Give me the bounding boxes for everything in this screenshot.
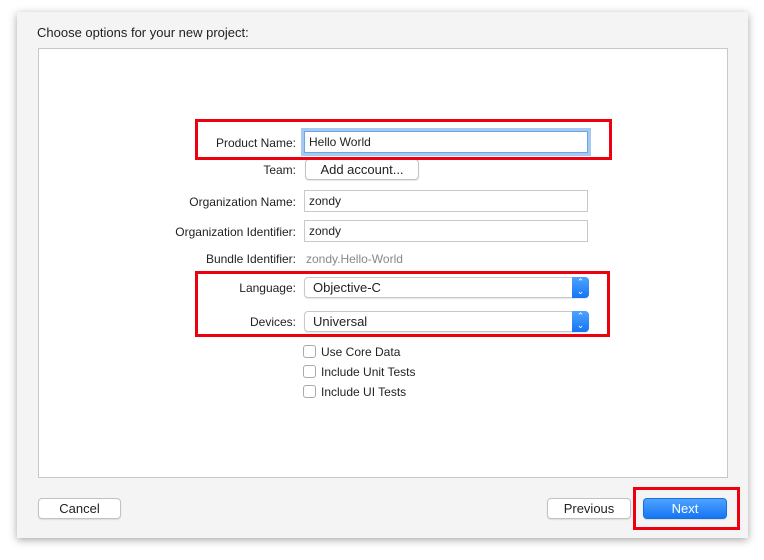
organization-name-input[interactable]: zondy (304, 190, 588, 212)
include-ui-tests-label: Include UI Tests (321, 385, 407, 399)
organization-name-label: Organization Name: (189, 195, 296, 209)
team-label: Team: (263, 163, 296, 177)
highlight-box-next (633, 487, 740, 530)
bundle-identifier-label: Bundle Identifier: (205, 252, 296, 266)
highlight-box-product-name (195, 119, 612, 160)
include-unit-tests-label: Include Unit Tests (321, 365, 416, 379)
include-unit-tests-checkbox[interactable] (303, 365, 316, 378)
cancel-button[interactable]: Cancel (38, 498, 121, 519)
dialog-title: Choose options for your new project: (37, 25, 249, 40)
highlight-box-language-devices (195, 271, 610, 337)
use-core-data-label: Use Core Data (321, 345, 401, 359)
include-ui-tests-checkbox[interactable] (303, 385, 316, 398)
add-account-button[interactable]: Add account... (305, 159, 419, 180)
organization-identifier-input[interactable]: zondy (304, 220, 588, 242)
use-core-data-checkbox[interactable] (303, 345, 316, 358)
previous-button[interactable]: Previous (547, 498, 631, 519)
organization-identifier-label: Organization Identifier: (175, 225, 296, 239)
bundle-identifier-value: zondy.Hello-World (306, 252, 403, 266)
